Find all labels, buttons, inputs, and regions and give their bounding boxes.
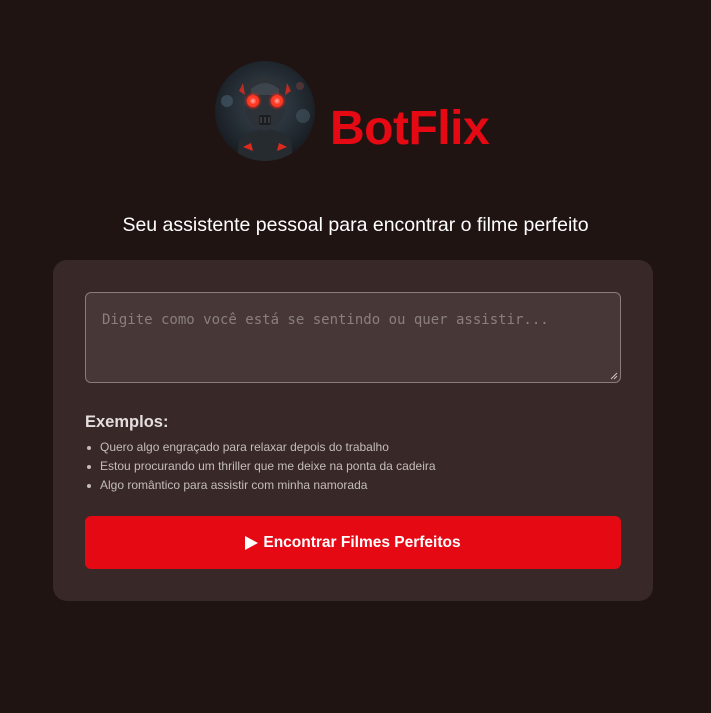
play-icon [245,535,259,550]
robot-avatar-icon [215,61,315,161]
resize-grip-icon[interactable] [610,372,618,380]
search-card: Digite como você está se sentindo ou que… [53,260,653,601]
examples-title: Exemplos: [85,413,169,431]
find-movies-button-label: Encontrar Filmes Perfeitos [263,533,461,551]
example-item: Quero algo engraçado para relaxar depois… [85,438,436,457]
mood-input[interactable]: Digite como você está se sentindo ou que… [85,292,621,383]
brand-title: BotFlix [330,102,490,155]
example-item: Algo romântico para assistir com minha n… [85,476,436,495]
page-subtitle: Seu assistente pessoal para encontrar o … [122,214,589,236]
examples-list: Quero algo engraçado para relaxar depois… [85,438,436,495]
app-header: BotFlix [0,61,711,161]
mood-input-placeholder: Digite como você está se sentindo ou que… [102,312,549,328]
example-item: Estou procurando um thriller que me deix… [85,457,436,476]
find-movies-button[interactable]: Encontrar Filmes Perfeitos [85,516,621,569]
